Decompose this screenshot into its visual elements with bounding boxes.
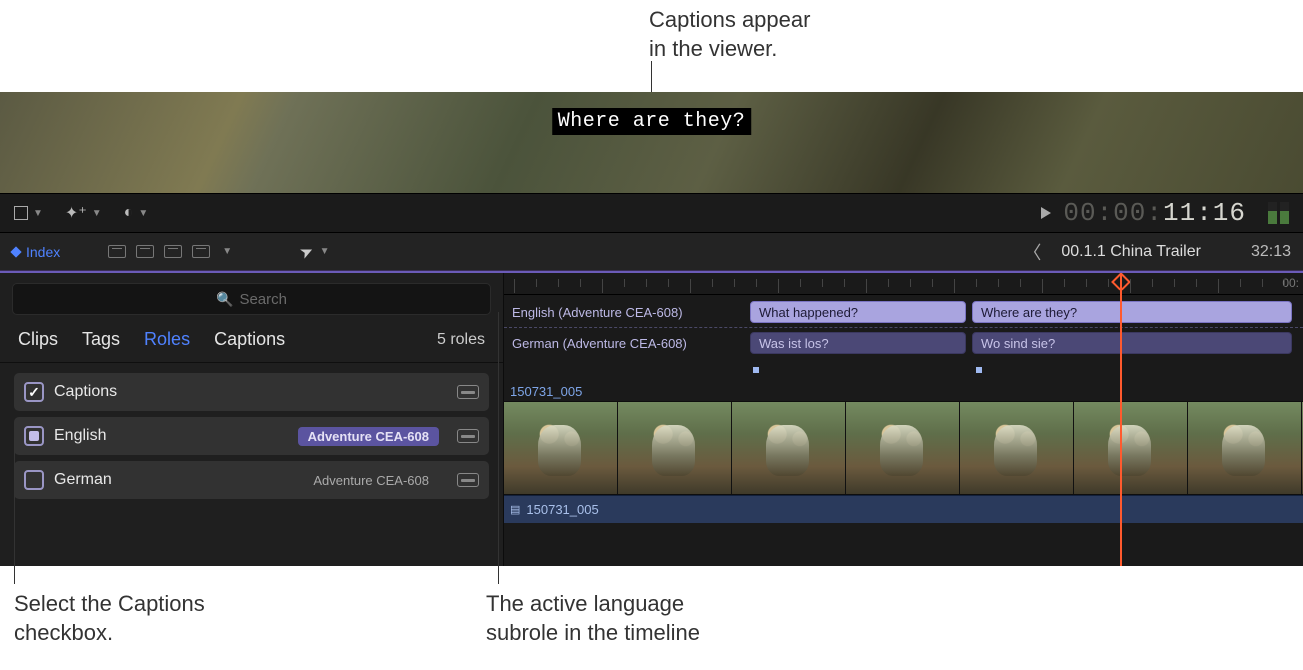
viewer: Where are they?: [0, 92, 1303, 193]
retime-tool[interactable]: ◐▼: [124, 204, 149, 222]
caption-lane-english[interactable]: English (Adventure CEA-608) What happene…: [504, 299, 1303, 325]
timecode-display[interactable]: 00:00:11:16: [1063, 198, 1246, 228]
role-label: German: [54, 471, 112, 489]
audio-meters: [1268, 202, 1289, 224]
timeline-ruler[interactable]: 00:: [504, 273, 1303, 295]
caption-lanes: English (Adventure CEA-608) What happene…: [504, 295, 1303, 358]
roles-count: 5 roles: [437, 331, 485, 349]
marker-icon[interactable]: [753, 367, 759, 373]
caption-lane-german[interactable]: German (Adventure CEA-608) Was ist los? …: [504, 330, 1303, 356]
index-tabs: Clips Tags Roles Captions 5 roles: [0, 323, 503, 363]
chevron-down-icon: ▼: [320, 246, 330, 257]
lane-track[interactable]: Was ist los? Wo sind sie?: [740, 330, 1303, 356]
gauge-icon: ◐: [124, 204, 134, 222]
thumb: [504, 402, 618, 494]
captions-checkbox[interactable]: [24, 382, 44, 402]
audio-clip-label: 150731_005: [526, 502, 598, 517]
chevron-down-icon: ▼: [222, 246, 232, 257]
caption-clip[interactable]: Was ist los?: [750, 332, 966, 354]
select-tool[interactable]: ➤: [297, 240, 318, 264]
annotation-active-subrole: The active language subrole in the timel…: [486, 590, 806, 647]
tab-tags[interactable]: Tags: [82, 329, 120, 350]
annotation-viewer-caption: Captions appear in the viewer.: [649, 6, 810, 63]
crop-tool[interactable]: ▼: [14, 206, 43, 220]
timeline[interactable]: 00: English (Adventure CEA-608) What hap…: [504, 273, 1303, 566]
thumb: [618, 402, 732, 494]
lane-icon[interactable]: [457, 473, 479, 487]
insert-clip-icon[interactable]: [136, 245, 154, 258]
project-title[interactable]: 00.1.1 China Trailer: [1061, 243, 1201, 261]
german-checkbox[interactable]: [24, 470, 44, 490]
enhance-tool[interactable]: ✦⁺▼: [65, 203, 102, 223]
role-badge-english: Adventure CEA-608: [298, 427, 439, 446]
index-toggle[interactable]: Index: [12, 244, 60, 260]
annotation-leader-line: [498, 312, 499, 584]
append-clip-icon[interactable]: [164, 245, 182, 258]
chevron-down-icon: ▼: [33, 208, 43, 219]
lane-track[interactable]: What happened? Where are they?: [740, 299, 1303, 325]
filmstrip-icon: ▤: [510, 503, 520, 516]
lane-label: English (Adventure CEA-608): [504, 305, 740, 320]
annotation-leader-line: [14, 438, 15, 584]
caption-clip[interactable]: What happened?: [750, 301, 966, 323]
role-row-german[interactable]: German Adventure CEA-608: [14, 461, 489, 499]
role-row-english[interactable]: English Adventure CEA-608: [14, 417, 489, 455]
role-label: English: [54, 427, 106, 445]
index-label: Index: [26, 244, 60, 260]
lane-divider: [504, 327, 1303, 328]
play-button[interactable]: [1041, 207, 1051, 219]
overwrite-clip-icon[interactable]: [192, 245, 210, 258]
audio-clip[interactable]: ▤ 150731_005: [504, 495, 1303, 523]
chevron-down-icon: ▼: [138, 208, 148, 219]
annotation-captions-checkbox: Select the Captions checkbox.: [14, 590, 314, 647]
thumb: [1074, 402, 1188, 494]
role-row-captions[interactable]: Captions: [14, 373, 489, 411]
search-placeholder: Search: [239, 291, 287, 308]
roles-list: Captions English Adventure CEA-608 Germa…: [0, 363, 503, 509]
caption-clip[interactable]: Where are they?: [972, 301, 1292, 323]
transport-toolbar: ▼ ✦⁺▼ ◐▼ 00:00:11:16: [0, 193, 1303, 233]
primary-storyline: 150731_005 ▤ 150731_005: [504, 382, 1303, 523]
english-checkbox[interactable]: [24, 426, 44, 446]
tab-clips[interactable]: Clips: [18, 329, 58, 350]
video-clip-label: 150731_005: [504, 382, 1303, 401]
index-panel: 🔍 Search Clips Tags Roles Captions 5 rol…: [0, 273, 504, 566]
marker-icon[interactable]: [976, 367, 982, 373]
role-badge-german: Adventure CEA-608: [303, 471, 439, 490]
chevron-down-icon: ▼: [92, 208, 102, 219]
thumb: [960, 402, 1074, 494]
role-label: Captions: [54, 383, 117, 401]
work-area: 🔍 Search Clips Tags Roles Captions 5 rol…: [0, 271, 1303, 566]
video-clip[interactable]: [504, 401, 1303, 495]
lane-label: German (Adventure CEA-608): [504, 336, 740, 351]
viewer-caption-overlay: Where are they?: [552, 108, 752, 135]
playhead-line[interactable]: [1120, 273, 1122, 566]
lane-icon[interactable]: [457, 385, 479, 399]
tab-roles[interactable]: Roles: [144, 329, 190, 350]
timeline-header-bar: Index ▼ ➤▼ 〈 00.1.1 China Trailer 32:13: [0, 233, 1303, 271]
thumb: [846, 402, 960, 494]
caption-clip[interactable]: Wo sind sie?: [972, 332, 1292, 354]
search-icon: 🔍: [216, 291, 233, 308]
thumb: [732, 402, 846, 494]
project-duration: 32:13: [1251, 243, 1291, 261]
lane-icon[interactable]: [457, 429, 479, 443]
search-input[interactable]: 🔍 Search: [12, 283, 491, 315]
diamond-icon: [10, 246, 21, 257]
app-window: Where are they? ▼ ✦⁺▼ ◐▼ 00:00:11:16 Ind…: [0, 92, 1303, 566]
thumb: [1188, 402, 1302, 494]
tab-captions[interactable]: Captions: [214, 329, 285, 350]
timeline-back-button[interactable]: 〈: [1023, 239, 1041, 265]
connect-clip-icon[interactable]: [108, 245, 126, 258]
